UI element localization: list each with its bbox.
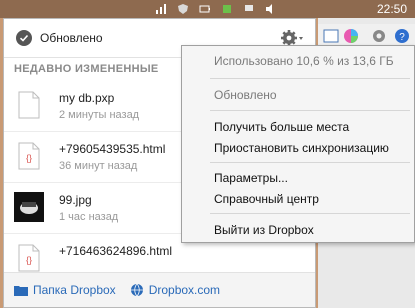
file-time: 2 минуты назад xyxy=(59,109,140,121)
svg-text:{}: {} xyxy=(26,153,32,163)
document-icon xyxy=(16,89,42,121)
globe-icon xyxy=(130,283,143,297)
svg-text:?: ? xyxy=(399,32,405,43)
settings-menu: Использовано 10,6 % из 13,6 ГБ Обновлено… xyxy=(181,45,415,243)
menu-separator xyxy=(210,78,410,79)
clock[interactable]: 22:50 xyxy=(377,2,407,16)
svg-text:{}: {} xyxy=(26,255,32,265)
file-name: +716463624896.html xyxy=(59,244,173,258)
menu-separator xyxy=(210,162,410,163)
recent-section-title: НЕДАВНО ИЗМЕНЕННЫЕ xyxy=(14,63,159,75)
menu-help-center[interactable]: Справочный центр xyxy=(214,192,319,206)
flag-icon[interactable] xyxy=(243,3,255,15)
signal-icon[interactable] xyxy=(221,3,233,15)
settings-icon[interactable] xyxy=(370,27,388,45)
volume-icon[interactable] xyxy=(265,3,277,15)
html-file-icon: {} xyxy=(16,242,42,274)
check-icon xyxy=(16,30,32,46)
help-icon[interactable]: ? xyxy=(393,27,411,45)
open-folder-label: Папка Dropbox xyxy=(33,283,116,297)
file-time: 1 час назад xyxy=(59,211,119,223)
folder-icon xyxy=(14,286,28,296)
menu-separator xyxy=(210,110,410,111)
image-thumbnail xyxy=(14,191,44,223)
menu-get-more-space[interactable]: Получить больше места xyxy=(214,120,349,134)
shield-icon[interactable] xyxy=(177,3,189,15)
file-name: 99.jpg xyxy=(59,193,92,207)
color-wheel-icon[interactable] xyxy=(342,27,360,45)
panel-footer: Папка Dropbox Dropbox.com xyxy=(4,272,315,307)
taskbar: 22:50 xyxy=(0,0,415,18)
dropbox-site-link[interactable]: Dropbox.com xyxy=(130,283,220,297)
menu-sync-status: Обновлено xyxy=(214,88,277,102)
window-icon[interactable] xyxy=(322,27,340,45)
sync-status: Обновлено xyxy=(40,31,103,45)
file-name: +79605439535.html xyxy=(59,142,166,156)
file-name: my db.pxp xyxy=(59,91,115,105)
menu-preferences[interactable]: Параметры... xyxy=(214,171,288,185)
menu-pause-sync[interactable]: Приостановить синхронизацию xyxy=(214,141,389,155)
dropbox-site-label: Dropbox.com xyxy=(148,283,221,297)
menu-usage-info: Использовано 10,6 % из 13,6 ГБ xyxy=(214,54,394,68)
battery-icon[interactable] xyxy=(199,3,211,15)
menu-exit[interactable]: Выйти из Dropbox xyxy=(214,223,314,237)
html-file-icon: {} xyxy=(16,140,42,172)
network-icon[interactable] xyxy=(155,3,167,15)
open-folder-link[interactable]: Папка Dropbox xyxy=(14,283,116,297)
menu-separator xyxy=(210,213,410,214)
file-time: 36 минут назад xyxy=(59,160,138,172)
tray-icons xyxy=(150,0,282,18)
